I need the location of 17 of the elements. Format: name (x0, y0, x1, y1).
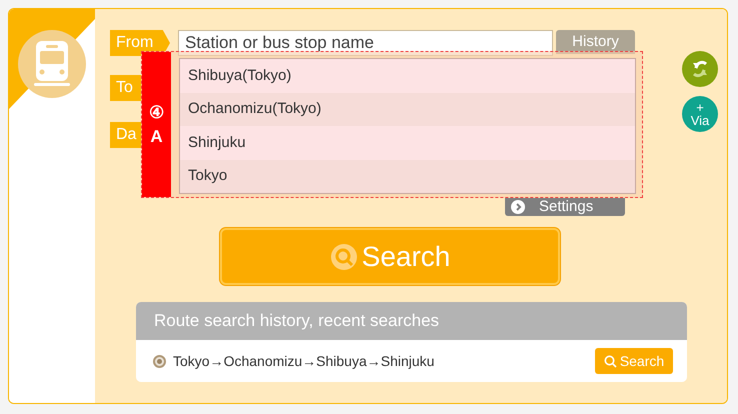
suggestion-item[interactable]: Shinjuku (180, 126, 635, 160)
swap-button[interactable] (682, 51, 718, 87)
history-title: Route search history, recent searches (136, 302, 687, 340)
history-button[interactable]: History (556, 30, 635, 54)
annotation-marker: ④ A (142, 52, 171, 197)
suggestion-item[interactable]: Ochanomizu(Tokyo) (180, 92, 635, 126)
search-icon (330, 242, 358, 270)
station-input-field[interactable]: Station or bus stop name (178, 30, 553, 56)
suggestion-item[interactable]: Shibuya(Tokyo) (180, 59, 635, 92)
chevron-circle-icon (511, 200, 525, 214)
suggestion-item[interactable]: Tokyo (180, 160, 635, 193)
settings-button[interactable]: Settings (505, 198, 625, 216)
history-radio[interactable] (153, 354, 166, 368)
search-icon (604, 354, 617, 368)
via-button[interactable]: + Via (682, 96, 718, 132)
history-route: Tokyo→Ochanomizu→Shibuya→Shinjuku (173, 352, 436, 371)
from-label: From (110, 30, 170, 56)
